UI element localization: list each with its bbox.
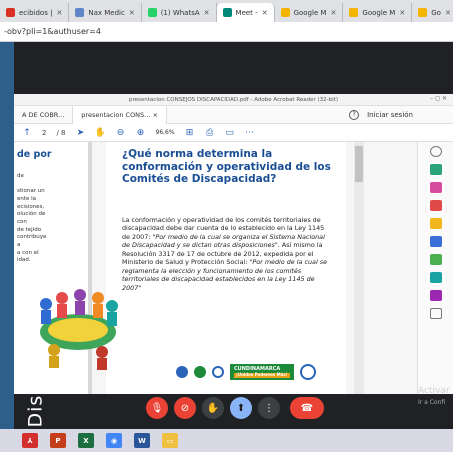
more-options-button[interactable]: ⋮ (258, 397, 280, 419)
edit-pdf-icon[interactable] (429, 182, 442, 193)
taskbar: ⅄ P X ◉ W ▭ (0, 429, 453, 452)
zoom-search-icon[interactable] (429, 146, 442, 157)
combine-icon[interactable] (429, 236, 442, 247)
tab-favicon-icon (222, 8, 232, 17)
help-icon[interactable]: ? (349, 109, 360, 120)
tab-favicon-icon (6, 8, 15, 17)
comment-icon[interactable]: ▭ (225, 128, 235, 138)
more-tools-icon[interactable] (429, 308, 442, 319)
tab-close-icon[interactable]: ✕ (262, 9, 268, 17)
tab-document-1[interactable]: A DE COBR... (14, 105, 74, 124)
meet-stage: Discapacidad presentacion CONSEJOS DISCA… (0, 42, 453, 452)
hand-icon[interactable]: ✋ (95, 128, 106, 138)
page-body: La conformación y operatividad de los co… (122, 216, 334, 292)
fit-page-icon[interactable]: ⊞ (185, 128, 195, 138)
tab-label: Meet - (235, 8, 258, 17)
browser-tab[interactable]: Meet - ✕ (216, 3, 275, 22)
cursor-icon[interactable]: ➤ (76, 128, 86, 138)
browser-tab[interactable]: Nax Medic ✕ (69, 3, 142, 22)
meeting-illustration (40, 289, 118, 370)
scrollbar-thumb[interactable] (355, 146, 363, 182)
zoom-out-icon[interactable]: ⊖ (116, 128, 126, 138)
browser-tab-bar: ecibidos | ✕ Nax Medic ✕ (1) WhatsA ✕ Meet - ✕ G… (0, 0, 453, 22)
tab-label: Google M (362, 8, 396, 17)
tab-close-icon[interactable]: ✕ (129, 9, 135, 17)
create-pdf-icon[interactable] (429, 200, 442, 211)
tab-close-icon[interactable]: ✕ (331, 9, 337, 17)
acrobat-window: presentacion CONSEJOS DISCAPACIDAD.pdf -… (14, 94, 453, 394)
tab-close-icon[interactable]: ✕ (445, 9, 451, 17)
right-tools-pane (417, 142, 453, 394)
page-total: / 8 (56, 128, 66, 137)
browser-tab[interactable]: Google M ✕ (343, 3, 413, 22)
acrobat-title: presentacion CONSEJOS DISCAPACIDAD.pdf -… (129, 96, 338, 103)
protect-icon[interactable] (429, 272, 442, 283)
acrobat-titlebar: presentacion CONSEJOS DISCAPACIDAD.pdf -… (14, 94, 453, 106)
browser-tab[interactable]: ecibidos | ✕ (0, 3, 70, 22)
comment-pane-icon[interactable] (429, 218, 442, 229)
mic-off-button[interactable]: 🎙 (146, 397, 168, 419)
page-heading: ¿Qué norma determina la conformación y o… (122, 148, 331, 186)
cundinamarca-logo: CUNDINAMARCA ¡Unidos Podemos Más! (230, 364, 294, 380)
more-icon[interactable]: ⋯ (245, 128, 255, 138)
logo-circle-2 (194, 366, 206, 378)
address-text: -obv?pli=1&authuser=4 (4, 27, 101, 36)
browser-tab[interactable]: (1) WhatsA ✕ (142, 3, 217, 22)
zoom-level[interactable]: 96,6% (156, 129, 175, 136)
tab-label: Nax Medic (88, 8, 125, 17)
logo-circle-3 (212, 366, 224, 378)
signin-button[interactable]: Iniciar sesión (367, 111, 413, 119)
page-number[interactable]: 2 (42, 129, 46, 137)
leave-call-button[interactable]: ☎ (290, 397, 324, 419)
browser-tab[interactable]: Google M ✕ (275, 3, 344, 22)
footer-logos: CUNDINAMARCA ¡Unidos Podemos Más! (176, 364, 316, 380)
taskbar-chrome-icon[interactable]: ◉ (106, 433, 122, 448)
export-pdf-icon[interactable] (429, 164, 442, 175)
present-button[interactable]: ⬆ (230, 397, 252, 419)
prev-page-title: de por (17, 149, 52, 160)
tab-label: Google M (293, 8, 327, 17)
address-bar[interactable]: -obv?pli=1&authuser=4 (0, 22, 453, 42)
tab-favicon-icon (418, 8, 428, 17)
cundinamarca-slogan: ¡Unidos Podemos Más! (234, 372, 290, 378)
zoom-in-icon[interactable]: ⊕ (136, 128, 146, 138)
print-icon[interactable]: ⎙ (205, 128, 215, 138)
browser-tab[interactable]: Go ✕ (412, 3, 453, 22)
tab-close-icon[interactable]: ✕ (399, 9, 405, 17)
acrobat-toolbar: ↑ 2 / 8 ➤ ✋ ⊖ ⊕ 96,6% ⊞ ⎙ ▭ ⋯ (14, 124, 453, 142)
document-area: de por de stionar un ente la ecisiones, … (14, 142, 453, 394)
tab-favicon-icon (75, 8, 85, 17)
raise-hand-button[interactable]: ✋ (202, 397, 224, 419)
tab-close-icon[interactable]: ✕ (56, 9, 62, 17)
taskbar-explorer-icon[interactable]: ▭ (162, 433, 178, 448)
tab-close-icon[interactable]: ✕ (204, 9, 210, 17)
tab-favicon-icon (147, 8, 157, 17)
prev-page-text: de stionar un ente la ecisiones, olución… (17, 172, 47, 264)
logo-circle-1 (176, 366, 188, 378)
seal-logo (299, 364, 316, 380)
camera-off-button[interactable]: ⊘ (174, 397, 196, 419)
vertical-scrollbar[interactable] (354, 142, 364, 394)
participant-strip (0, 42, 14, 452)
taskbar-powerpoint-icon[interactable]: P (50, 433, 66, 448)
tab-favicon-icon (280, 8, 290, 17)
organize-icon[interactable] (429, 254, 442, 265)
activation-watermark-title: Activar (418, 386, 450, 396)
window-controls[interactable]: – ◻ ✕ (430, 95, 447, 102)
taskbar-word-icon[interactable]: W (134, 433, 150, 448)
fill-sign-icon[interactable] (429, 290, 442, 301)
tab-favicon-icon (349, 8, 359, 17)
tab-document-2[interactable]: presentacion CONS... × (73, 105, 167, 124)
pdf-page: ¿Qué norma determina la conformación y o… (40, 142, 346, 394)
tab-label: ecibidos | (19, 8, 53, 17)
meet-controls: 🎙 ⊘ ✋ ⬆ ⋮ ☎ (0, 397, 453, 421)
tab-label: (1) WhatsA (160, 8, 200, 17)
tab-label: Go (431, 8, 441, 17)
taskbar-acrobat-icon[interactable]: ⅄ (22, 433, 38, 448)
taskbar-excel-icon[interactable]: X (78, 433, 94, 448)
acrobat-tabs: A DE COBR... presentacion CONS... × ? In… (14, 105, 453, 124)
page-up-icon[interactable]: ↑ (22, 128, 32, 138)
